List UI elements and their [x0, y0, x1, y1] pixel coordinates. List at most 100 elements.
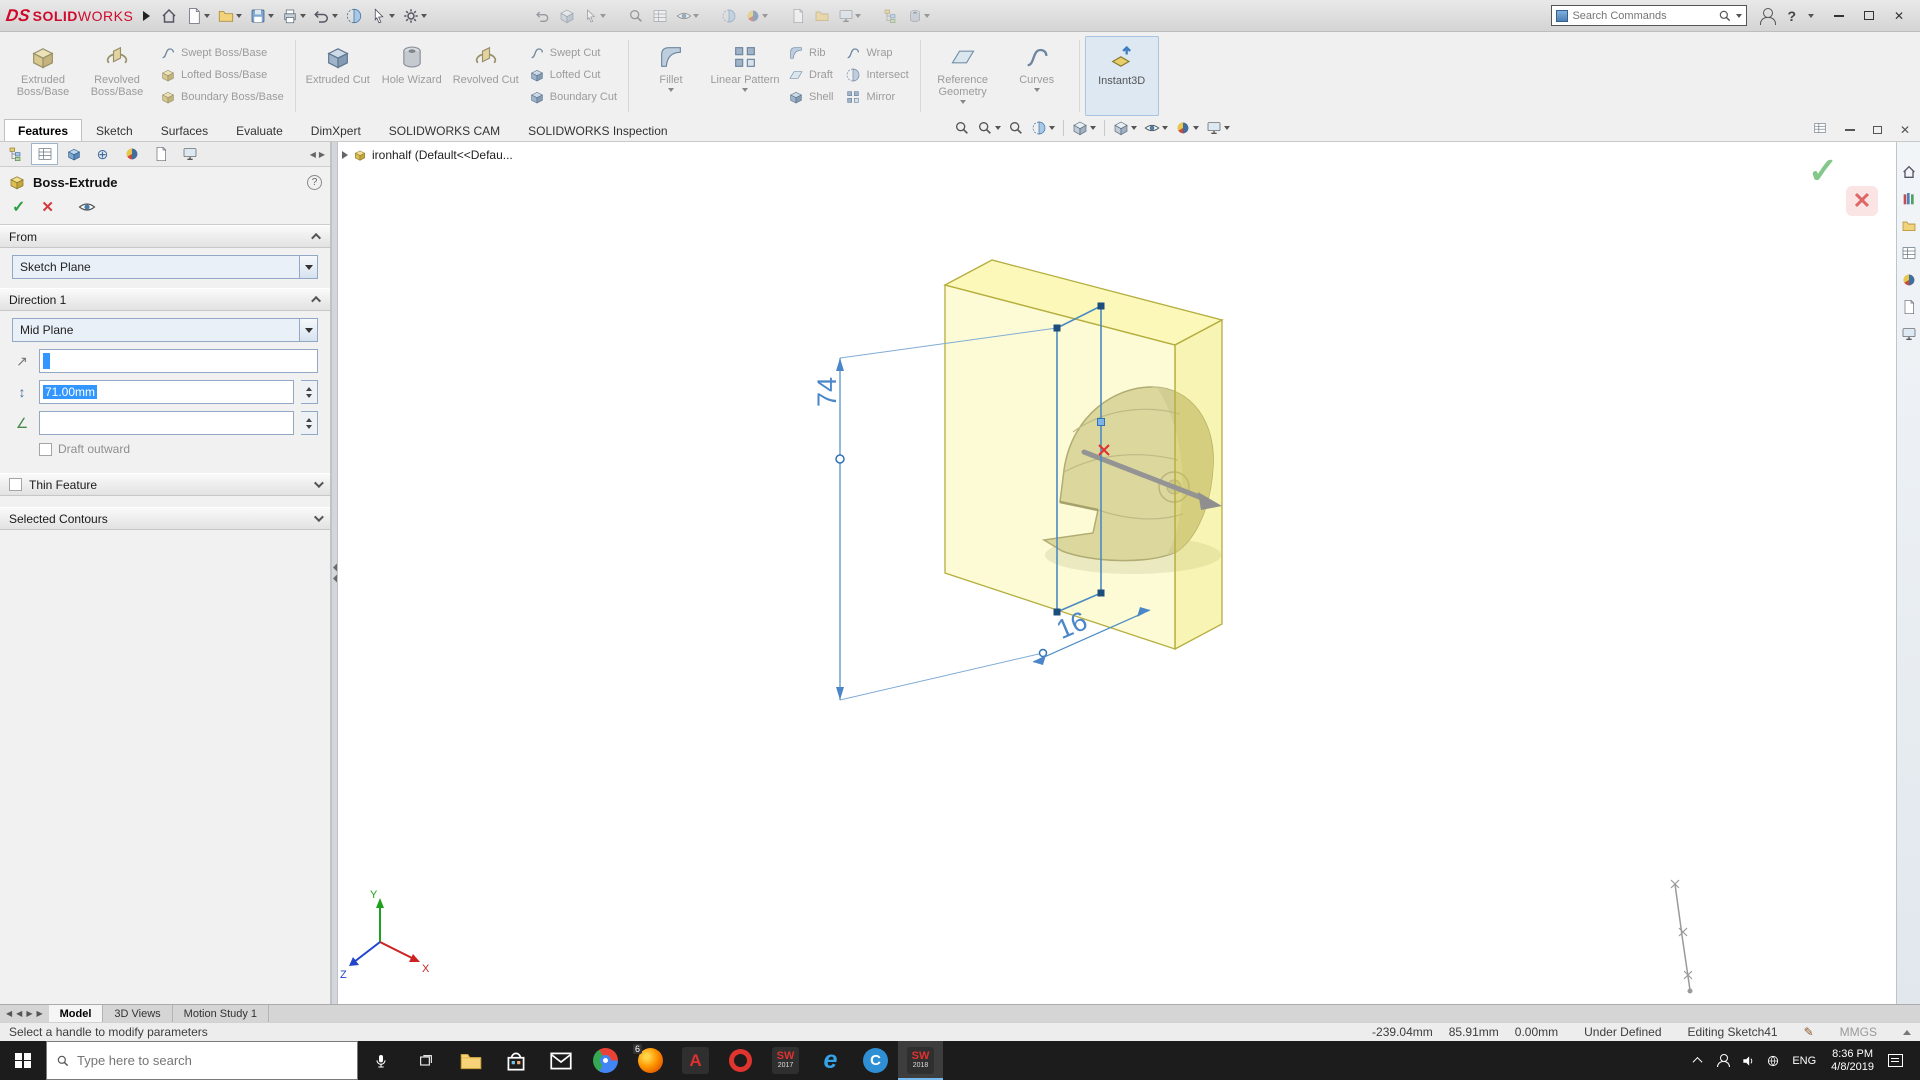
titlebar-tool-icon[interactable] [557, 6, 577, 26]
hole-wizard-button[interactable]: Hole Wizard [375, 36, 449, 116]
mail-icon[interactable] [538, 1041, 583, 1080]
reference-dropdown-icon[interactable] [959, 100, 966, 104]
depth-input[interactable]: 71.00mm [39, 380, 294, 404]
design-library-icon[interactable] [1901, 191, 1917, 207]
forum-icon[interactable] [1901, 326, 1917, 342]
search-dropdown-icon[interactable] [1736, 13, 1743, 18]
revolved-boss-base-button[interactable]: Revolved Boss/Base [80, 36, 154, 116]
intersect-button[interactable]: Intersect [839, 64, 914, 86]
custom-properties-icon[interactable] [1901, 299, 1917, 315]
curves-dropdown-icon[interactable] [1033, 88, 1040, 92]
cam-operation-tree-tab-icon[interactable] [176, 143, 203, 165]
titlebar-tool-icon[interactable] [650, 6, 670, 26]
new-document-button[interactable] [183, 5, 212, 27]
combo-dropdown-icon[interactable] [299, 256, 317, 278]
microphone-icon[interactable] [358, 1041, 403, 1080]
draft-angle-icon[interactable]: ∠ [12, 415, 32, 432]
unit-system[interactable]: MMGS [1840, 1025, 1877, 1039]
manager-tab-overflow[interactable]: ◀ ▶ [310, 150, 328, 159]
pm-help-icon[interactable]: ? [307, 174, 322, 190]
thin-feature-section-header[interactable]: Thin Feature [0, 473, 330, 496]
close-button[interactable]: ✕ [1884, 4, 1914, 28]
titlebar-tool-icon[interactable] [881, 6, 901, 26]
rib-button[interactable]: Rib [782, 42, 839, 64]
display-style-icon[interactable] [1111, 119, 1139, 137]
featuremanager-tab-icon[interactable] [2, 143, 29, 165]
lofted-boss-base-button[interactable]: Lofted Boss/Base [154, 64, 290, 86]
solidworks-2017-icon[interactable]: SW 2017 [763, 1041, 808, 1080]
tab-evaluate[interactable]: Evaluate [222, 119, 297, 141]
titlebar-tool-icon[interactable] [719, 6, 739, 26]
curves-button[interactable]: Curves [1000, 36, 1074, 116]
lofted-cut-button[interactable]: Lofted Cut [523, 64, 623, 86]
view-settings-icon[interactable] [1204, 119, 1232, 137]
breadcrumb[interactable]: ironhalf (Default<<Defau... [342, 148, 513, 162]
titlebar-tool-icon[interactable] [836, 6, 863, 26]
login-user-icon[interactable] [1759, 7, 1777, 25]
firefox-icon[interactable]: 6 [628, 1041, 673, 1080]
reference-geometry-button[interactable]: Reference Geometry [926, 36, 1000, 116]
direction-reference-input[interactable] [39, 349, 318, 373]
3d-scene[interactable]: 74 16 Y X Z [338, 142, 1896, 1004]
boundary-boss-base-button[interactable]: Boundary Boss/Base [154, 86, 290, 108]
tab-surfaces[interactable]: Surfaces [147, 119, 222, 141]
previous-view-icon[interactable] [1006, 119, 1026, 137]
action-center-icon[interactable] [1888, 1054, 1903, 1067]
minimize-button[interactable] [1824, 4, 1854, 28]
propertymanager-tab-icon[interactable] [31, 143, 58, 165]
draft-spinner[interactable] [301, 411, 318, 435]
select-button[interactable] [368, 5, 397, 27]
cancel-icon[interactable]: ✕ [41, 198, 54, 216]
titlebar-tool-icon[interactable] [533, 6, 553, 26]
tab-sketch[interactable]: Sketch [82, 119, 147, 141]
ok-icon[interactable]: ✓ [12, 197, 25, 217]
preview-eye-icon[interactable] [78, 198, 96, 216]
help-dropdown-icon[interactable] [1808, 13, 1814, 18]
edit-appearance-icon[interactable] [1173, 119, 1201, 137]
fillet-button[interactable]: Fillet [634, 36, 708, 116]
clock[interactable]: 8:36 PM 4/8/2019 [1823, 1048, 1882, 1074]
wrap-button[interactable]: Wrap [839, 42, 914, 64]
document-name[interactable]: ironhalf (Default<<Defau... [372, 148, 513, 162]
undo-button[interactable] [311, 5, 340, 27]
solidworks-2018-icon[interactable]: SW 2018 [898, 1041, 943, 1080]
start-button[interactable] [0, 1041, 46, 1080]
task-pane-home-icon[interactable] [1901, 164, 1917, 180]
tree-expand-icon[interactable] [342, 151, 348, 159]
titlebar-tool-icon[interactable] [626, 6, 646, 26]
hide-show-items-icon[interactable] [1142, 119, 1170, 137]
tab-model[interactable]: Model [48, 1005, 104, 1022]
home-button[interactable] [158, 5, 180, 27]
expand-chevron-icon[interactable] [313, 478, 324, 489]
file-explorer-taskbar-icon[interactable] [448, 1041, 493, 1080]
tray-user-icon[interactable] [1710, 1054, 1735, 1067]
tab-motion-study-1[interactable]: Motion Study 1 [173, 1005, 270, 1022]
extruded-cut-button[interactable]: Extruded Cut [301, 36, 375, 116]
start-condition-select[interactable]: Sketch Plane [12, 255, 318, 279]
taskbar-search-box[interactable] [46, 1041, 358, 1080]
panel-splitter[interactable] [331, 142, 338, 1004]
print-button[interactable] [279, 5, 308, 27]
titlebar-tool-icon[interactable] [581, 6, 608, 26]
edge-icon[interactable]: e [808, 1041, 853, 1080]
thin-feature-checkbox[interactable] [9, 478, 22, 491]
titlebar-tool-icon[interactable] [905, 6, 932, 26]
titlebar-tool-icon[interactable] [674, 6, 701, 26]
swept-cut-button[interactable]: Swept Cut [523, 42, 623, 64]
extruded-boss-base-button[interactable]: Extruded Boss/Base [6, 36, 80, 116]
boundary-cut-button[interactable]: Boundary Cut [523, 86, 623, 108]
taskbar-search-input[interactable] [77, 1053, 348, 1068]
options-button[interactable] [400, 5, 429, 27]
confirm-ok-icon[interactable]: ✓ [1808, 150, 1838, 192]
document-restore-icon[interactable] [1872, 125, 1882, 134]
expand-chevron-icon[interactable] [313, 512, 324, 523]
combo-dropdown-icon[interactable] [299, 319, 317, 341]
tab-solidworks-inspection[interactable]: SOLIDWORKS Inspection [514, 119, 681, 141]
collapse-chevron-icon[interactable] [311, 295, 322, 306]
tab-3d-views[interactable]: 3D Views [103, 1005, 173, 1022]
document-dock-icon[interactable] [1813, 121, 1827, 138]
end-condition-select[interactable]: Mid Plane [12, 318, 318, 342]
acrobat-icon[interactable]: A [673, 1041, 718, 1080]
tab-dimxpert[interactable]: DimXpert [297, 119, 375, 141]
volume-icon[interactable] [1735, 1054, 1760, 1068]
